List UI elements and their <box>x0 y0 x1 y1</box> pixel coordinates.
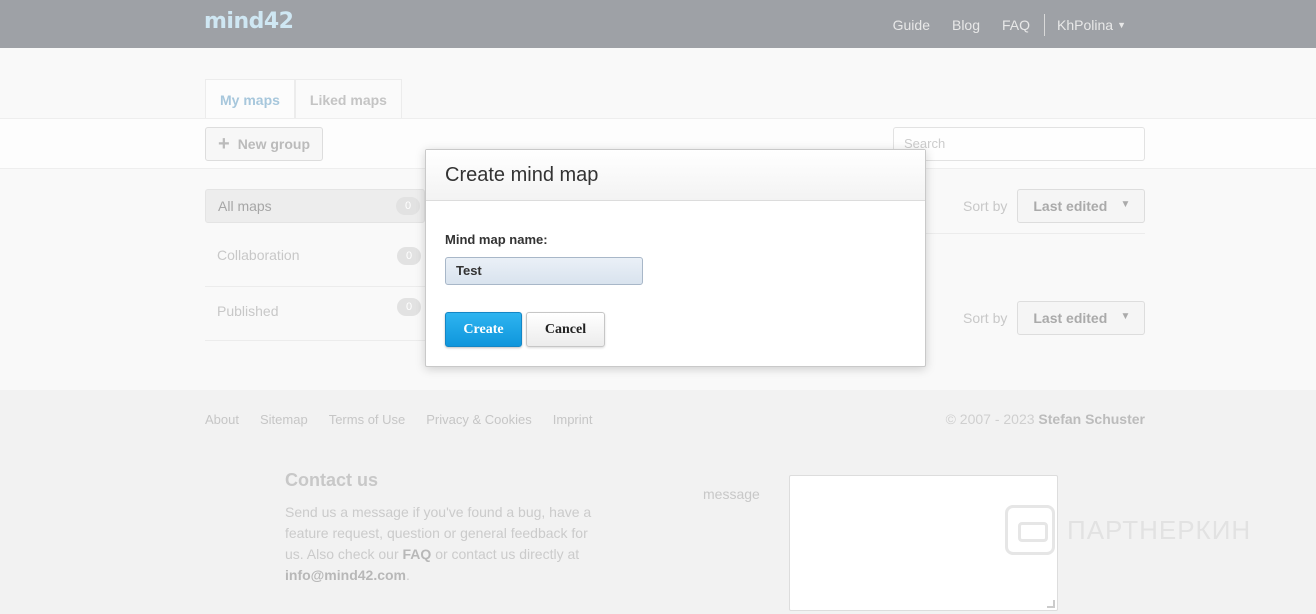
sort-row-2: Sort by Last edited ▼ <box>963 301 1146 335</box>
user-menu[interactable]: KhPolina ▼ <box>1057 17 1126 33</box>
footer: About Sitemap Terms of Use Privacy & Coo… <box>0 390 1316 614</box>
group-count-badge: 0 <box>396 197 420 215</box>
caret-down-icon: ▼ <box>1117 20 1126 30</box>
mind42-logo[interactable]: mind42 <box>204 9 294 34</box>
cancel-button[interactable]: Cancel <box>526 312 605 347</box>
sort-row-1: Sort by Last edited ▼ <box>963 189 1146 223</box>
sort-select[interactable]: Last edited ▼ <box>1017 301 1146 335</box>
footer-about-link[interactable]: About <box>205 412 239 427</box>
copyright: © 2007 - 2023 Stefan Schuster <box>946 411 1145 427</box>
group-list: All maps 0 Collaboration 0 Published 0 <box>205 189 425 341</box>
contact-faq-link[interactable]: FAQ <box>403 546 432 562</box>
mind-map-name-label: Mind map name: <box>445 232 548 247</box>
nav-blog-link[interactable]: Blog <box>952 17 980 33</box>
footer-sitemap-link[interactable]: Sitemap <box>260 412 308 427</box>
watermark: ПАРТНЕРКИН <box>1005 505 1251 555</box>
resize-grip-icon[interactable] <box>1047 600 1055 608</box>
sort-label: Sort by <box>963 310 1008 326</box>
new-group-label: New group <box>237 136 311 152</box>
watermark-text: ПАРТНЕРКИН <box>1067 514 1252 545</box>
user-name: KhPolina <box>1057 17 1114 33</box>
group-label: All maps <box>218 198 272 214</box>
create-button[interactable]: Create <box>445 312 522 347</box>
nav-divider <box>1044 14 1046 36</box>
group-count-badge: 0 <box>397 298 421 316</box>
group-item-collaboration[interactable]: Collaboration 0 <box>205 233 425 287</box>
plus-icon: + <box>218 132 230 155</box>
group-item-all-maps[interactable]: All maps 0 <box>205 189 425 223</box>
search-input[interactable]: Search <box>893 127 1145 161</box>
group-count-badge: 0 <box>397 247 421 265</box>
group-label: Published <box>217 303 279 319</box>
footer-privacy-link[interactable]: Privacy & Cookies <box>426 412 531 427</box>
nav-guide-link[interactable]: Guide <box>893 17 930 33</box>
mind-map-name-input[interactable]: Test <box>445 257 643 285</box>
create-mind-map-dialog: Create mind map Mind map name: Test Crea… <box>425 149 926 367</box>
copyright-owner: Stefan Schuster <box>1038 411 1145 427</box>
footer-imprint-link[interactable]: Imprint <box>553 412 593 427</box>
contact-title: Contact us <box>285 470 379 490</box>
sort-select[interactable]: Last edited ▼ <box>1017 189 1146 223</box>
nav-faq-link[interactable]: FAQ <box>1002 17 1030 33</box>
contact-text: Send us a message if you've found a bug,… <box>285 502 595 586</box>
contact-text-part: . <box>406 567 410 583</box>
group-label: Collaboration <box>217 247 300 263</box>
dialog-title: Create mind map <box>445 164 599 186</box>
caret-down-icon: ▼ <box>1120 311 1131 322</box>
new-group-button[interactable]: + New group <box>205 127 323 161</box>
row-divider <box>925 233 1145 234</box>
sort-label: Sort by <box>963 198 1008 214</box>
footer-terms-link[interactable]: Terms of Use <box>329 412 406 427</box>
footer-links: About Sitemap Terms of Use Privacy & Coo… <box>205 412 613 427</box>
maps-tabs: My maps Liked maps <box>205 79 402 119</box>
contact-email-link[interactable]: info@mind42.com <box>285 567 406 583</box>
top-bar: mind42 Guide Blog FAQ KhPolina ▼ <box>0 0 1316 48</box>
sort-value: Last edited <box>1033 198 1108 214</box>
copyright-years: © 2007 - 2023 <box>945 411 1035 427</box>
group-item-published[interactable]: Published 0 <box>205 287 425 341</box>
caret-down-icon: ▼ <box>1120 199 1131 210</box>
sort-value: Last edited <box>1033 310 1108 326</box>
tab-liked-maps[interactable]: Liked maps <box>294 79 402 119</box>
contact-text-part: or contact us directly at <box>435 546 580 562</box>
tab-my-maps[interactable]: My maps <box>205 79 295 119</box>
message-label: message <box>703 486 760 502</box>
dialog-header: Create mind map <box>426 150 925 201</box>
top-nav: Guide Blog FAQ KhPolina ▼ <box>871 14 1126 36</box>
watermark-logo-icon <box>1005 505 1055 555</box>
